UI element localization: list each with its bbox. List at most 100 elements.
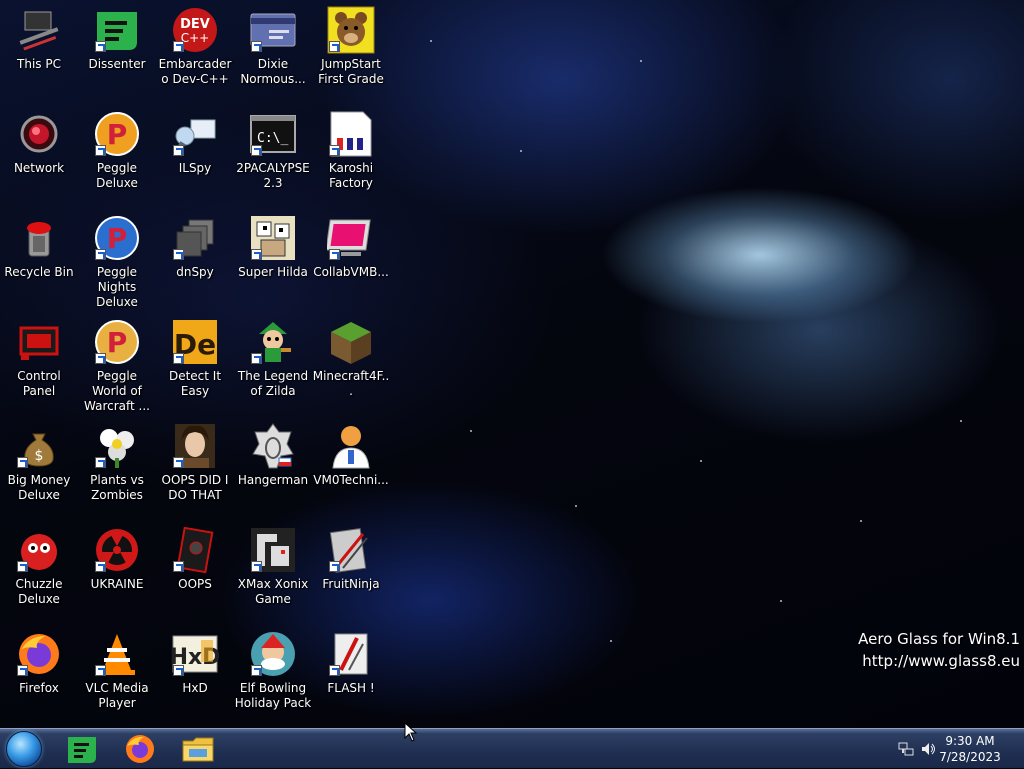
this-pc-icon bbox=[15, 6, 63, 54]
desktop-icon-xmax[interactable]: XMax Xonix Game bbox=[234, 520, 312, 620]
icon-label: Detect It Easy bbox=[168, 369, 222, 398]
svg-text:P: P bbox=[107, 326, 128, 359]
desktop-icon-super-hilda[interactable]: Super Hilda bbox=[234, 208, 312, 308]
desktop-icon-karoshi[interactable]: Karoshi Factory bbox=[312, 104, 390, 204]
network-tray-icon[interactable] bbox=[898, 741, 914, 757]
star bbox=[520, 150, 522, 152]
desktop-icon-hxd[interactable]: HxD HxD bbox=[156, 624, 234, 724]
desktop-icon-vlc[interactable]: VLC Media Player bbox=[78, 624, 156, 724]
speaker-icon[interactable] bbox=[920, 741, 936, 757]
mouse-cursor-icon bbox=[404, 722, 418, 742]
shortcut-arrow-icon bbox=[95, 457, 106, 468]
clock-date: 7/28/2023 bbox=[939, 750, 1001, 764]
desktop-icon-hangerman[interactable]: Hangerman bbox=[234, 416, 312, 516]
shortcut-arrow-icon bbox=[251, 561, 262, 572]
desktop-icon-detect-it-easy[interactable]: De Detect It Easy bbox=[156, 312, 234, 412]
icon-label: Dissenter bbox=[88, 57, 146, 71]
watermark-line-1: Aero Glass for Win8.1 bbox=[858, 630, 1020, 648]
xonix-icon bbox=[249, 526, 297, 574]
taskbar-button-dissenter[interactable] bbox=[62, 731, 102, 767]
shortcut-arrow-icon bbox=[95, 353, 106, 364]
aero-glass-watermark: Aero Glass for Win8.1 http://www.glass8.… bbox=[858, 628, 1020, 672]
icon-label: Firefox bbox=[19, 681, 59, 695]
taskbar[interactable]: 9:30 AM 7/28/2023 bbox=[0, 728, 1024, 768]
person-icon bbox=[327, 422, 375, 470]
desktop-icon-minecraft[interactable]: Minecraft4F... bbox=[312, 312, 390, 412]
taskbar-button-file-explorer[interactable] bbox=[178, 731, 218, 767]
desktop-icon-peggle-nights[interactable]: P Peggle Nights Deluxe bbox=[78, 208, 156, 309]
peggle-nights-icon: P bbox=[93, 214, 141, 262]
icon-label: HxD bbox=[182, 681, 208, 695]
icon-label: VLC Media Player bbox=[85, 681, 149, 710]
desktop-icon-collabvmb[interactable]: CollabVMB... bbox=[312, 208, 390, 308]
desktop-icon-dixie[interactable]: Dixie Normous... bbox=[234, 0, 312, 100]
desktop-icon-vm0techni[interactable]: VM0Techni... bbox=[312, 416, 390, 516]
desktop-icon-oops-did[interactable]: OOPS DID I DO THAT bbox=[156, 416, 234, 516]
desktop-icon-embarcadero[interactable]: DEV C++ Embarcadero Dev-C++ bbox=[156, 0, 234, 100]
bear-icon bbox=[327, 6, 375, 54]
icon-label: Super Hilda bbox=[238, 265, 308, 279]
icon-label: VM0Techni... bbox=[313, 473, 389, 487]
shortcut-arrow-icon bbox=[95, 665, 106, 676]
desktop-icon-2pacalypse[interactable]: C:\_ 2PACALYPSE 2.3 bbox=[234, 104, 312, 204]
desktop-icon-pvz[interactable]: Plants vs Zombies bbox=[78, 416, 156, 516]
shortcut-arrow-icon bbox=[95, 145, 106, 156]
desktop-icon-network[interactable]: Network bbox=[0, 104, 78, 204]
icon-label: Recycle Bin bbox=[4, 265, 74, 279]
desktop-icon-flash[interactable]: FLASH ! bbox=[312, 624, 390, 724]
flash-icon bbox=[327, 630, 375, 678]
icon-label: OOPS DID I DO THAT bbox=[161, 473, 229, 502]
karoshi-icon bbox=[327, 110, 375, 158]
shortcut-arrow-icon bbox=[329, 249, 340, 260]
desktop-icon-ilspy[interactable]: ILSpy bbox=[156, 104, 234, 204]
desktop-icon-oops[interactable]: OOPS bbox=[156, 520, 234, 620]
shortcut-arrow-icon bbox=[173, 457, 184, 468]
desktop-icon-big-money[interactable]: $ Big Money Deluxe bbox=[0, 416, 78, 516]
ilspy-icon bbox=[171, 110, 219, 158]
desktop-icon-jumpstart[interactable]: JumpStart First Grade bbox=[312, 0, 390, 100]
desktop-icon-dnspy[interactable]: dnSpy bbox=[156, 208, 234, 308]
taskbar-clock[interactable]: 9:30 AM 7/28/2023 bbox=[938, 733, 1002, 765]
desktop-icon-chuzzle[interactable]: Chuzzle Deluxe bbox=[0, 520, 78, 620]
shortcut-arrow-icon bbox=[173, 145, 184, 156]
start-button[interactable] bbox=[6, 731, 42, 767]
desktop-icon-dissenter[interactable]: Dissenter bbox=[78, 0, 156, 100]
svg-text:P: P bbox=[107, 222, 128, 255]
desktop-icon-peggle-deluxe[interactable]: P Peggle Deluxe bbox=[78, 104, 156, 204]
desktop-icon-firefox[interactable]: Firefox bbox=[0, 624, 78, 724]
taskbar-button-firefox[interactable] bbox=[120, 731, 160, 767]
svg-text:P: P bbox=[107, 118, 128, 151]
star bbox=[960, 420, 962, 422]
desktop[interactable]: This PC Network Recycle Bin Control Pane… bbox=[0, 0, 1024, 728]
desktop-icon-this-pc[interactable]: This PC bbox=[0, 0, 78, 100]
icon-label: Dixie Normous... bbox=[240, 57, 306, 86]
dnspy-icon bbox=[171, 214, 219, 262]
firefox-icon bbox=[126, 735, 154, 763]
star bbox=[470, 430, 472, 432]
elf-icon bbox=[249, 630, 297, 678]
network-icon bbox=[15, 110, 63, 158]
icon-label: ILSpy bbox=[178, 161, 212, 175]
desktop-icon-recycle-bin[interactable]: Recycle Bin bbox=[0, 208, 78, 308]
zilda-icon bbox=[249, 318, 297, 366]
svg-text:$: $ bbox=[35, 448, 44, 464]
desktop-icon-fruitninja[interactable]: FruitNinja bbox=[312, 520, 390, 620]
money-bag-icon: $ bbox=[15, 422, 63, 470]
icon-label: Elf Bowling Holiday Pack bbox=[234, 681, 312, 710]
svg-text:DEV: DEV bbox=[180, 17, 210, 32]
desktop-icon-peggle-wow[interactable]: P Peggle World of Warcraft ... bbox=[78, 312, 156, 413]
portrait-icon bbox=[171, 422, 219, 470]
icon-label: Control Panel bbox=[17, 369, 61, 398]
desktop-icon-ukraine[interactable]: UKRAINE bbox=[78, 520, 156, 620]
shortcut-arrow-icon bbox=[17, 561, 28, 572]
hangerman-icon bbox=[249, 422, 297, 470]
desktop-icon-elf-bowling[interactable]: Elf Bowling Holiday Pack bbox=[234, 624, 312, 724]
shortcut-arrow-icon bbox=[251, 249, 262, 260]
icon-label: Big Money Deluxe bbox=[7, 473, 71, 502]
flower-icon bbox=[93, 422, 141, 470]
icon-label: XMax Xonix Game bbox=[237, 577, 309, 606]
icon-label: Minecraft4F... bbox=[312, 369, 390, 398]
icon-label: Peggle Nights Deluxe bbox=[96, 265, 138, 309]
desktop-icon-zilda[interactable]: The Legend of Zilda bbox=[234, 312, 312, 412]
desktop-icon-control-panel[interactable]: Control Panel bbox=[0, 312, 78, 412]
